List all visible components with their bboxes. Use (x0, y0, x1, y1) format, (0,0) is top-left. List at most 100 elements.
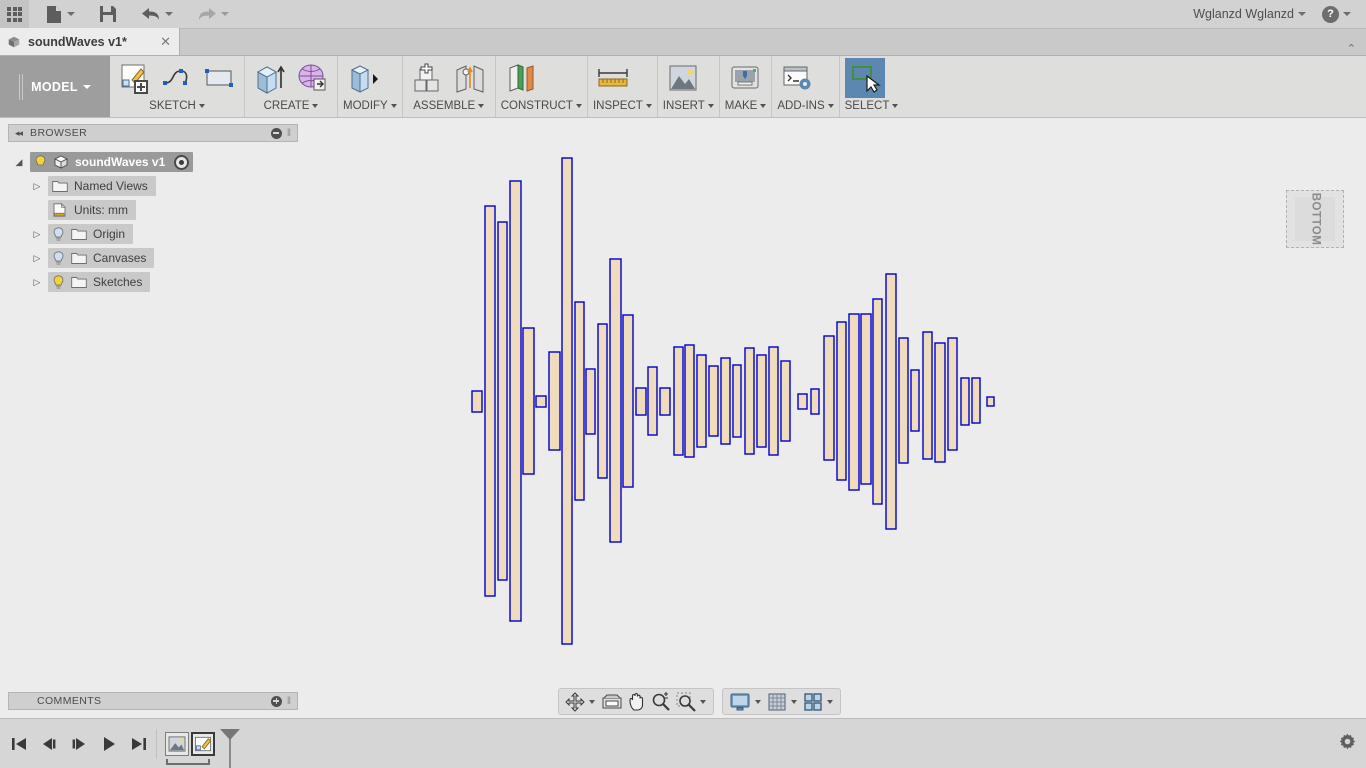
undo-icon[interactable] (134, 0, 180, 29)
redo-icon[interactable] (190, 0, 236, 29)
view-cube[interactable]: BOTTOM (1286, 190, 1344, 248)
light-bulb-icon[interactable] (52, 274, 65, 290)
wave-bar[interactable] (885, 273, 897, 530)
browser-node-sketches[interactable]: ▷ Sketches (8, 270, 298, 294)
add-comment-icon[interactable] (270, 695, 282, 707)
chevron-down-icon[interactable] (755, 699, 761, 704)
browser-node-chip[interactable]: Named Views (48, 176, 156, 196)
ribbon-panel-label-addins[interactable]: ADD-INS (777, 98, 834, 114)
timeline-feature-sketch[interactable] (191, 731, 215, 756)
wave-bar[interactable] (732, 364, 742, 438)
chevron-down-icon[interactable] (791, 699, 797, 704)
close-icon[interactable]: ✕ (160, 34, 171, 50)
select-window-icon[interactable] (844, 58, 885, 98)
minimize-browser-icon[interactable] (270, 127, 282, 139)
activate-component-radio[interactable] (174, 154, 190, 170)
scripts-addins-icon[interactable] (777, 58, 817, 98)
wave-bar[interactable] (696, 354, 707, 448)
display-settings-icon[interactable] (727, 690, 753, 713)
wave-bar[interactable] (848, 313, 860, 491)
press-pull-icon[interactable] (343, 58, 383, 98)
wave-bar[interactable] (934, 342, 946, 463)
ribbon-panel-label-insert[interactable]: INSERT (663, 98, 714, 114)
wave-bar[interactable] (597, 323, 608, 479)
app-grid-icon[interactable] (0, 0, 29, 29)
timeline-settings-button[interactable] (1339, 733, 1356, 755)
user-account-menu[interactable]: Wglanzd Wglanzd (1186, 0, 1313, 29)
ribbon-panel-label-make[interactable]: MAKE (725, 98, 767, 114)
pan-icon[interactable] (626, 690, 648, 713)
ribbon-panel-label-create[interactable]: CREATE (250, 98, 332, 114)
new-component-icon[interactable] (408, 58, 448, 98)
chevron-down-icon[interactable] (589, 699, 595, 704)
wave-bar[interactable] (898, 337, 909, 464)
wave-bar[interactable] (922, 331, 933, 460)
expand-arrow-icon[interactable]: ▷ (26, 181, 48, 192)
wave-bar[interactable] (860, 313, 872, 485)
extrude-icon[interactable] (250, 58, 290, 98)
workspace-switcher[interactable]: MODEL (0, 56, 110, 117)
browser-node-chip[interactable]: Sketches (48, 272, 151, 292)
measure-icon[interactable] (593, 58, 633, 98)
expand-arrow-icon[interactable]: ▷ (26, 229, 48, 240)
help-menu[interactable]: ? (1315, 0, 1358, 29)
new-file-icon[interactable] (39, 0, 82, 29)
wave-bar[interactable] (509, 180, 522, 622)
wave-bar[interactable] (659, 387, 671, 416)
wave-bar[interactable] (708, 365, 719, 437)
viewports-icon[interactable] (801, 690, 825, 713)
browser-node-canvases[interactable]: ▷ Canvases (8, 246, 298, 270)
expand-arrow-icon[interactable]: ▷ (26, 253, 48, 264)
wave-bar[interactable] (574, 301, 585, 501)
ribbon-panel-label-inspect[interactable]: INSPECT (593, 98, 652, 114)
create-sketch-icon[interactable] (115, 58, 155, 98)
ribbon-panel-label-select[interactable]: SELECT (845, 98, 899, 114)
orbit-icon[interactable] (563, 690, 587, 713)
wave-bar[interactable] (768, 346, 779, 456)
wave-bar[interactable] (635, 387, 647, 416)
jump-to-end-icon[interactable] (128, 732, 150, 756)
wave-bar[interactable] (744, 347, 755, 455)
chevron-down-icon[interactable] (700, 699, 706, 704)
wave-bar[interactable] (720, 357, 731, 445)
zoom-window-icon[interactable] (674, 690, 698, 713)
browser-node-chip[interactable]: Origin (48, 224, 134, 244)
light-bulb-icon[interactable] (52, 250, 65, 266)
wave-bar[interactable] (971, 377, 981, 424)
browser-node-chip[interactable]: soundWaves v1 (30, 152, 194, 172)
play-icon[interactable] (98, 732, 120, 756)
wave-bar[interactable] (647, 366, 658, 436)
expand-arrow-icon[interactable]: ▷ (26, 277, 48, 288)
ribbon-panel-label-sketch[interactable]: SKETCH (115, 98, 239, 114)
wave-bar[interactable] (872, 298, 883, 505)
collapse-ribbon-icon[interactable]: ⌃ (1347, 42, 1356, 55)
wave-bar[interactable] (471, 390, 483, 413)
wave-bar[interactable] (823, 335, 835, 461)
wave-bar[interactable] (535, 395, 547, 408)
wave-bar[interactable] (548, 351, 561, 451)
browser-resize-grip[interactable]: ‖ (287, 128, 291, 139)
insert-canvas-icon[interactable] (663, 58, 703, 98)
wave-bar[interactable] (484, 205, 496, 597)
timeline-playhead-marker[interactable] (219, 728, 241, 768)
ribbon-panel-label-modify[interactable]: MODIFY (343, 98, 397, 114)
offset-plane-icon[interactable] (501, 58, 541, 98)
browser-node-root[interactable]: ◢ soundWaves v1 (8, 150, 298, 174)
comments-resize-grip[interactable]: ‖ (287, 696, 291, 707)
spline-icon[interactable] (157, 58, 197, 98)
wave-bar[interactable] (585, 368, 596, 435)
wave-bar[interactable] (910, 369, 920, 432)
wave-bar[interactable] (960, 377, 970, 426)
expand-arrow-icon[interactable]: ◢ (8, 157, 30, 168)
look-at-icon[interactable] (599, 690, 625, 713)
chevron-down-icon[interactable] (827, 699, 833, 704)
browser-node-chip[interactable]: Canvases (48, 248, 155, 268)
wave-bar[interactable] (986, 396, 995, 407)
wave-bar[interactable] (684, 344, 695, 458)
wave-bar[interactable] (673, 346, 684, 456)
collapse-browser-icon[interactable]: ◂◂ (15, 128, 23, 139)
ribbon-panel-label-assemble[interactable]: ASSEMBLE (408, 98, 490, 114)
light-bulb-icon[interactable] (52, 226, 65, 242)
wave-bar[interactable] (947, 337, 958, 451)
wave-bar[interactable] (797, 393, 808, 410)
